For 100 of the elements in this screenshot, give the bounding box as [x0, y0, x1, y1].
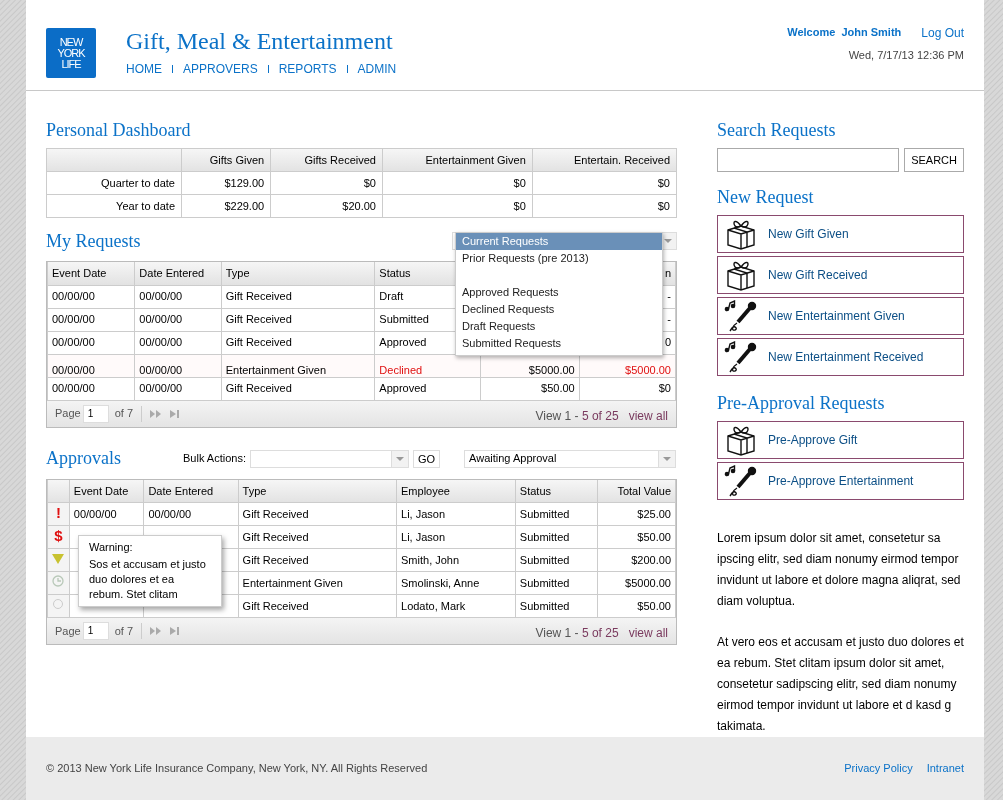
table-cell: 00/00/00 [47, 285, 135, 309]
next-page-icon[interactable] [150, 409, 163, 418]
table-cell: Smith, John [396, 548, 516, 572]
table-cell: 00/00/00 [134, 354, 222, 378]
table-cell: $0 [579, 377, 676, 401]
table-cell: Gift Received [238, 548, 397, 572]
dropdown-option[interactable]: Draft Requests [456, 318, 662, 336]
table-cell: 00/00/00 [47, 354, 135, 378]
section-heading: Search Requests [717, 119, 837, 143]
table-cell: Smolinski, Anne [396, 571, 516, 595]
table-cell: Lodato, Mark [396, 594, 516, 618]
table-cell: $0 [532, 194, 677, 218]
table-cell: 00/00/00 [47, 377, 135, 401]
page-label: Page [55, 406, 81, 422]
table-cell: Submitted [515, 548, 598, 572]
dropdown-option[interactable]: Prior Requests (pre 2013) [456, 250, 662, 268]
new-request-button[interactable]: New Entertainment Given [717, 297, 964, 336]
view-all-link[interactable]: view all [628, 406, 668, 425]
last-page-icon[interactable] [170, 627, 181, 636]
column-header: Gifts Given [181, 148, 271, 172]
table-cell: $50.00 [480, 377, 580, 401]
table-cell: 00/00/00 [69, 502, 144, 526]
dropdown-option[interactable]: Approved Requests [456, 284, 662, 302]
column-header: Entertain. Received [532, 148, 677, 172]
table-cell: 00/00/00 [47, 331, 135, 355]
go-button[interactable]: GO [413, 449, 441, 468]
dropdown-option[interactable]: Declined Requests [456, 301, 662, 319]
table-cell: 00/00/00 [47, 308, 135, 332]
table-cell: $0 [382, 194, 533, 218]
logout-link[interactable]: Log Out [921, 24, 964, 42]
table-cell: $0 [270, 171, 383, 195]
table-cell: $129.00 [181, 171, 271, 195]
table-cell: Gift Received [238, 525, 397, 549]
new-request-button[interactable]: New Gift Given [717, 215, 964, 254]
section-heading: My Requests [46, 229, 141, 253]
page-count: of 7 [114, 406, 134, 422]
table-cell: $20.00 [270, 194, 383, 218]
next-page-icon[interactable] [150, 627, 163, 636]
bulk-actions-select[interactable] [250, 449, 409, 468]
section-heading: Pre-Approval Requests [717, 392, 886, 416]
page-input[interactable]: 1 [82, 622, 109, 641]
table-cell: 00/00/00 [134, 331, 222, 355]
dropdown-caret-icon[interactable] [658, 450, 676, 467]
nav-link[interactable]: HOME [126, 60, 162, 78]
microphone-icon [724, 341, 758, 374]
footer-link[interactable]: Intranet [926, 760, 964, 777]
date-time: Wed, 7/17/13 12:36 PM [848, 48, 964, 63]
pre-approval-button[interactable]: Pre-Approve Entertainment [717, 462, 964, 501]
footer-link[interactable]: Privacy Policy [844, 760, 913, 777]
column-header: Date Entered [134, 262, 222, 286]
page-label: Page [55, 623, 81, 639]
column-header: Date Entered [143, 479, 239, 503]
table-cell: 00/00/00 [134, 308, 222, 332]
pre-approval-button[interactable]: Pre-Approve Gift [717, 421, 964, 460]
tooltip-title: Warning: [89, 539, 134, 555]
dropdown-caret-icon[interactable] [391, 450, 408, 467]
search-button[interactable]: SEARCH [904, 148, 964, 173]
table-cell: $0 [532, 171, 677, 195]
table-cell: Quarter to date [46, 171, 182, 195]
app-title: Gift, Meal & Entertainment [126, 27, 394, 56]
dropdown-option[interactable]: Submitted Requests [456, 335, 662, 353]
table-cell: $200.00 [597, 548, 676, 572]
column-header: Entertainment Given [382, 148, 533, 172]
table-cell: 00/00/00 [143, 502, 239, 526]
table-cell: Gift Received [238, 502, 397, 526]
nav-link[interactable]: APPROVERS [183, 60, 258, 78]
circle-icon [52, 597, 65, 610]
table-cell: $25.00 [597, 502, 676, 526]
column-header: Event Date [69, 479, 144, 503]
table-cell: 00/00/00 [134, 285, 222, 309]
view-range: View 1 - 5 of 25 [535, 625, 619, 643]
page-input[interactable]: 1 [82, 404, 109, 423]
welcome-text: Welcome John Smith [787, 25, 902, 40]
table-cell: Gift Received [221, 331, 375, 355]
clock-icon [52, 574, 65, 587]
new-request-button[interactable]: New Gift Received [717, 256, 964, 295]
table-cell: Approved [374, 377, 480, 401]
view-all-link[interactable]: view all [628, 624, 668, 643]
last-page-icon[interactable] [170, 409, 181, 418]
table-cell: Entertainment Given [238, 571, 397, 595]
view-range: View 1 - 5 of 25 [535, 407, 619, 425]
page-count: of 7 [114, 623, 134, 639]
column-header: Event Date [47, 262, 135, 286]
gift-icon [724, 218, 758, 251]
nav-link[interactable]: ADMIN [357, 60, 397, 78]
column-header: Status [515, 479, 598, 503]
approval-filter-select[interactable]: Awaiting Approval [464, 449, 677, 468]
logo[interactable]: NEW YORK LIFE [46, 28, 96, 78]
table-cell: Submitted [515, 525, 598, 549]
column-header: Type [238, 479, 397, 503]
section-heading: Personal Dashboard [46, 119, 192, 143]
copyright-text: © 2013 New York Life Insurance Company, New York, NY. All Rights Reserved [46, 761, 428, 777]
info-paragraph: At vero eos et accusam et justo duo dolores et ea rebum. Stet clitam ipsum dolor sit amet, consetetur sadipscing elitr, sed diam nonumy eirmod tempor invidunt ut labore et d kasd g takimata. [717, 634, 964, 736]
nav-link[interactable]: REPORTS [278, 60, 337, 78]
table-cell: Li, Jason [396, 502, 516, 526]
new-request-button[interactable]: New Entertainment Received [717, 338, 964, 377]
search-field[interactable] [717, 148, 900, 173]
table-cell: Gift Received [221, 377, 375, 401]
table-cell: Gift Received [221, 285, 375, 309]
table-cell: Submitted [515, 571, 598, 595]
